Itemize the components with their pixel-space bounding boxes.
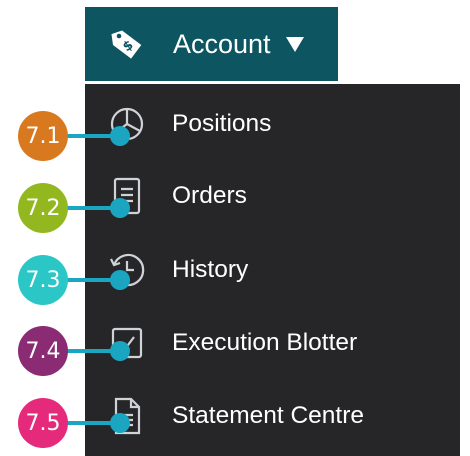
account-label: Account (173, 28, 271, 59)
callout-dot (110, 341, 130, 361)
menu-item-label: Execution Blotter (172, 329, 358, 356)
callout-badge: 7.2 (18, 183, 68, 233)
callout-connector (64, 278, 116, 282)
account-menu-button[interactable]: $ Account (85, 7, 338, 81)
callout-badge: 7.1 (18, 111, 68, 161)
callout-dot (110, 126, 130, 146)
callout-badge: 7.5 (18, 398, 68, 448)
callout-7-2: 7.2 (0, 183, 130, 233)
caret-down-icon (285, 35, 305, 53)
menu-item-statement-centre[interactable]: Statement Centre (85, 381, 460, 451)
callout-badge: 7.4 (18, 326, 68, 376)
callout-7-4: 7.4 (0, 326, 130, 376)
callout-dot (110, 270, 130, 290)
menu-item-label: Statement Centre (172, 402, 365, 429)
callout-connector (64, 206, 116, 210)
account-dropdown-menu: Positions Orders History Execution Blott… (85, 84, 460, 456)
callout-connector (64, 134, 116, 138)
menu-item-label: Orders (172, 182, 247, 209)
menu-item-orders[interactable]: Orders (85, 161, 460, 231)
callout-7-3: 7.3 (0, 255, 130, 305)
callout-7-1: 7.1 (0, 111, 130, 161)
callout-badge: 7.3 (18, 255, 68, 305)
callout-dot (110, 198, 130, 218)
menu-item-positions[interactable]: Positions (85, 89, 460, 159)
menu-item-history[interactable]: History (85, 235, 460, 305)
menu-item-label: History (172, 256, 249, 283)
callout-dot (110, 413, 130, 433)
callout-connector (64, 349, 116, 353)
price-tag-dollar-icon: $ (109, 26, 145, 62)
menu-item-label: Positions (172, 110, 272, 137)
callout-connector (64, 421, 116, 425)
menu-item-execution-blotter[interactable]: Execution Blotter (85, 308, 460, 378)
callout-7-5: 7.5 (0, 398, 130, 448)
